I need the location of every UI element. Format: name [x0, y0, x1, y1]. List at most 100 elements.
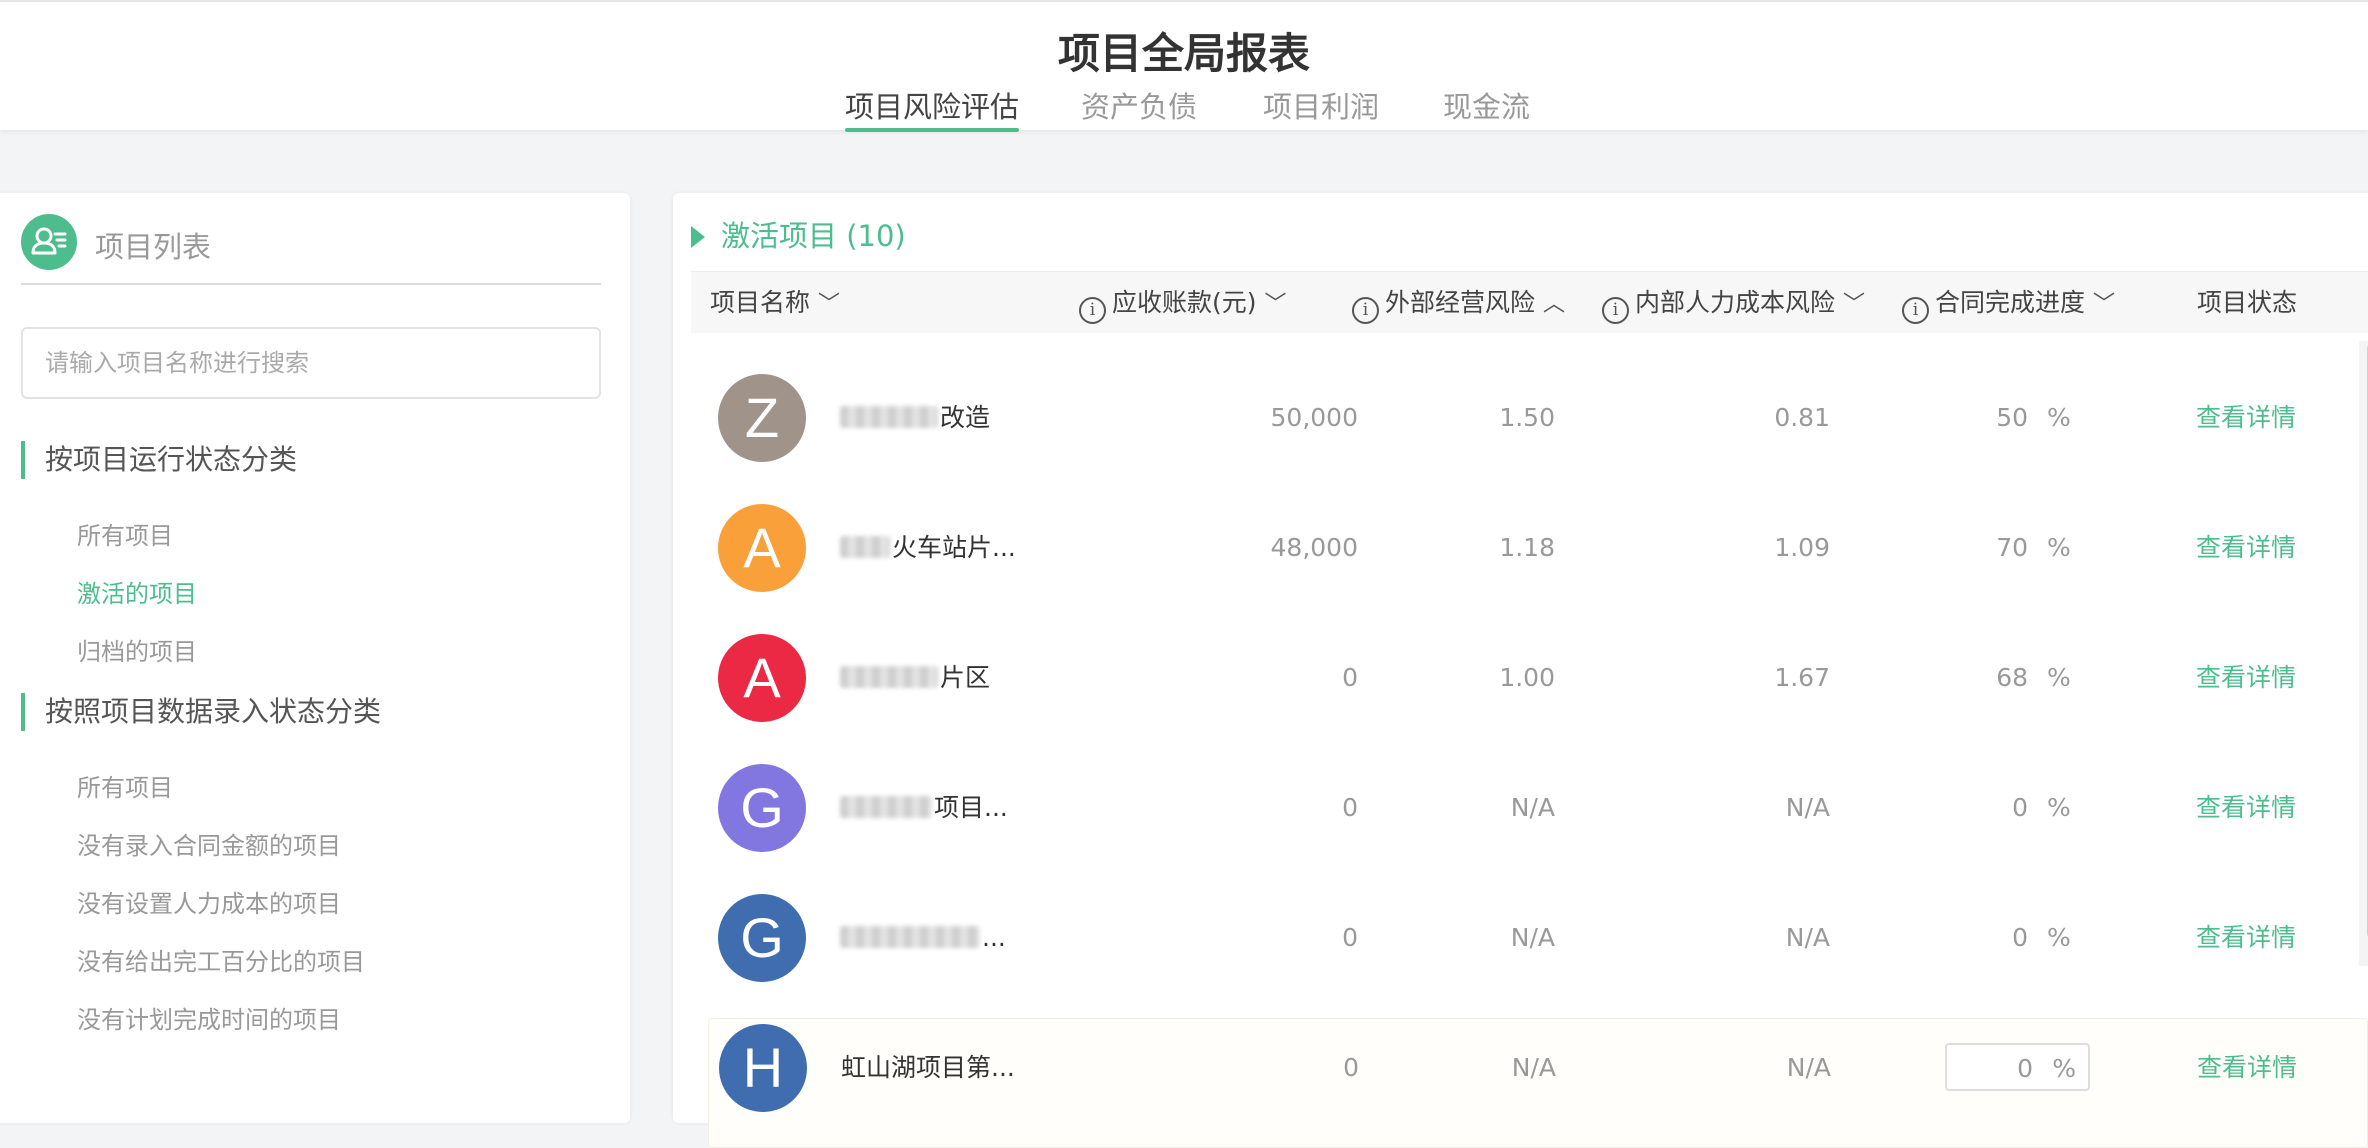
progress-value: 70	[1996, 533, 2028, 562]
chevron-up-icon: ︿	[1543, 292, 1566, 317]
view-details-link[interactable]: 查看详情	[2196, 483, 2296, 613]
external-risk-value: 1.50	[1499, 403, 1555, 432]
table-row[interactable]: A 片区 0 1.00 1.67 68 % 查看详情	[708, 613, 2368, 743]
redacted-text	[840, 536, 890, 558]
group-heading-run-status: 按项目运行状态分类	[21, 441, 297, 479]
col-header-receivable[interactable]: i 应收账款(元) ﹀	[1079, 272, 1287, 334]
percent-sign: %	[2047, 403, 2071, 432]
group-heading-data-entry-status: 按照项目数据录入状态分类	[21, 693, 381, 731]
percent-sign: %	[2047, 533, 2071, 562]
internal-risk-value: 0.81	[1774, 403, 1830, 432]
progress-value: 50	[1996, 403, 2028, 432]
external-risk-value: N/A	[1510, 923, 1555, 952]
col-header-status: 项目状态	[2197, 288, 2298, 317]
info-icon[interactable]: i	[1352, 297, 1379, 324]
table-row[interactable]: Z 改造 50,000 1.50 0.81 50 % 查看详情	[708, 353, 2368, 483]
tab-project-profit[interactable]: 项目利润	[1263, 84, 1379, 132]
info-icon[interactable]: i	[1079, 297, 1106, 324]
receivable-value: 48,000	[1270, 533, 1358, 562]
redacted-text	[840, 796, 932, 818]
internal-risk-value: N/A	[1785, 793, 1830, 822]
table-row[interactable]: G 项目... 0 N/A N/A 0 % 查看详情	[708, 743, 2368, 873]
table-row[interactable]: H 虹山湖项目第... 0 N/A N/A 0 % 查看详情	[708, 1018, 2368, 1148]
info-icon[interactable]: i	[1902, 297, 1929, 324]
avatar: G	[718, 764, 806, 852]
sidebar-item-archived-projects[interactable]: 归档的项目	[77, 632, 197, 667]
table-scrollbar[interactable]	[2359, 341, 2368, 966]
view-details-link[interactable]: 查看详情	[2197, 1003, 2297, 1133]
project-search-input[interactable]	[21, 327, 601, 399]
user-list-icon	[21, 214, 77, 270]
table-header: 项目名称 ﹀ i 应收账款(元) ﹀ i 外部经营风险 ︿ i 内部人力成本风险 ﹀ i 合同完…	[691, 271, 2368, 333]
sidebar-item-active-projects[interactable]: 激活的项目	[77, 574, 197, 609]
receivable-value: 0	[1342, 663, 1358, 692]
chevron-down-icon: ﹀	[1843, 292, 1866, 317]
avatar: A	[718, 504, 806, 592]
redacted-text	[840, 666, 938, 688]
project-name[interactable]: 改造	[840, 353, 990, 483]
sidebar-item-no-labor-cost[interactable]: 没有设置人力成本的项目	[77, 884, 341, 919]
divider	[21, 283, 601, 285]
progress-value: 68	[1996, 663, 2028, 692]
avatar: Z	[718, 374, 806, 462]
avatar: H	[719, 1024, 807, 1112]
view-details-link[interactable]: 查看详情	[2196, 873, 2296, 1003]
view-details-link[interactable]: 查看详情	[2196, 613, 2296, 743]
progress-value: 0	[2012, 923, 2028, 952]
percent-sign: %	[2047, 663, 2071, 692]
sidebar-item-no-completion-pct[interactable]: 没有给出完工百分比的项目	[77, 942, 365, 977]
tab-risk-assessment[interactable]: 项目风险评估	[845, 84, 1020, 132]
view-details-link[interactable]: 查看详情	[2196, 743, 2296, 873]
external-risk-value: N/A	[1511, 1053, 1556, 1082]
project-name[interactable]: 项目...	[840, 743, 1008, 873]
progress-value: 0	[2012, 793, 2028, 822]
project-name[interactable]: 片区	[840, 613, 990, 743]
receivable-value: 50,000	[1270, 403, 1358, 432]
percent-sign: %	[2047, 923, 2071, 952]
chevron-down-icon: ﹀	[818, 292, 841, 317]
avatar: A	[718, 634, 806, 722]
col-header-progress[interactable]: i 合同完成进度 ﹀	[1902, 272, 2115, 334]
external-risk-value: 1.00	[1499, 663, 1555, 692]
percent-sign: %	[2047, 793, 2071, 822]
col-header-project-name[interactable]: 项目名称 ﹀	[710, 272, 840, 334]
active-projects-section[interactable]: 激活项目 (10)	[691, 213, 906, 255]
table-row[interactable]: G ... 0 N/A N/A 0 % 查看详情	[708, 873, 2368, 1003]
col-label: 外部经营风险	[1385, 288, 1536, 317]
col-label: 合同完成进度	[1935, 288, 2086, 317]
view-details-link[interactable]: 查看详情	[2196, 353, 2296, 483]
receivable-value: 0	[1342, 923, 1358, 952]
internal-risk-value: N/A	[1785, 923, 1830, 952]
project-name[interactable]: 虹山湖项目第...	[841, 1003, 1015, 1133]
external-risk-value: N/A	[1510, 793, 1555, 822]
col-header-internal-risk[interactable]: i 内部人力成本风险 ﹀	[1602, 272, 1865, 334]
report-header: 项目全局报表 项目风险评估 资产负债 项目利润 现金流	[0, 0, 2368, 132]
tab-cash-flow[interactable]: 现金流	[1443, 84, 1530, 132]
sidebar-item-all-projects-2[interactable]: 所有项目	[77, 768, 173, 803]
tab-balance-sheet[interactable]: 资产负债	[1081, 84, 1197, 132]
page-title: 项目全局报表	[1057, 29, 1310, 78]
project-name[interactable]: 火车站片...	[840, 483, 1016, 613]
project-table-panel: 激活项目 (10) 项目名称 ﹀ i 应收账款(元) ﹀ i 外部经营风险 ︿ i 内部人力…	[673, 193, 2368, 1148]
project-list-title: 项目列表	[95, 230, 212, 264]
table-row[interactable]: A 火车站片... 48,000 1.18 1.09 70 % 查看详情	[708, 483, 2368, 613]
avatar: G	[718, 894, 806, 982]
sidebar-item-no-planned-finish[interactable]: 没有计划完成时间的项目	[77, 1000, 341, 1035]
col-label: 内部人力成本风险	[1635, 288, 1836, 317]
progress-value: 0	[2017, 1054, 2033, 1083]
caret-right-icon	[691, 226, 705, 248]
internal-risk-value: 1.09	[1774, 533, 1830, 562]
receivable-value: 0	[1342, 793, 1358, 822]
redacted-text	[840, 406, 938, 428]
col-label: 项目名称	[710, 288, 811, 317]
internal-risk-value: N/A	[1786, 1053, 1831, 1082]
sidebar-item-all-projects[interactable]: 所有项目	[77, 516, 173, 551]
project-name[interactable]: ...	[840, 873, 1006, 1003]
col-header-external-risk[interactable]: i 外部经营风险 ︿	[1352, 272, 1565, 334]
external-risk-value: 1.18	[1499, 533, 1555, 562]
receivable-value: 0	[1343, 1053, 1359, 1082]
info-icon[interactable]: i	[1602, 297, 1629, 324]
sidebar-item-no-contract-amount[interactable]: 没有录入合同金额的项目	[77, 826, 341, 861]
internal-risk-value: 1.67	[1774, 663, 1830, 692]
progress-input[interactable]: 0 %	[1945, 1043, 2090, 1091]
